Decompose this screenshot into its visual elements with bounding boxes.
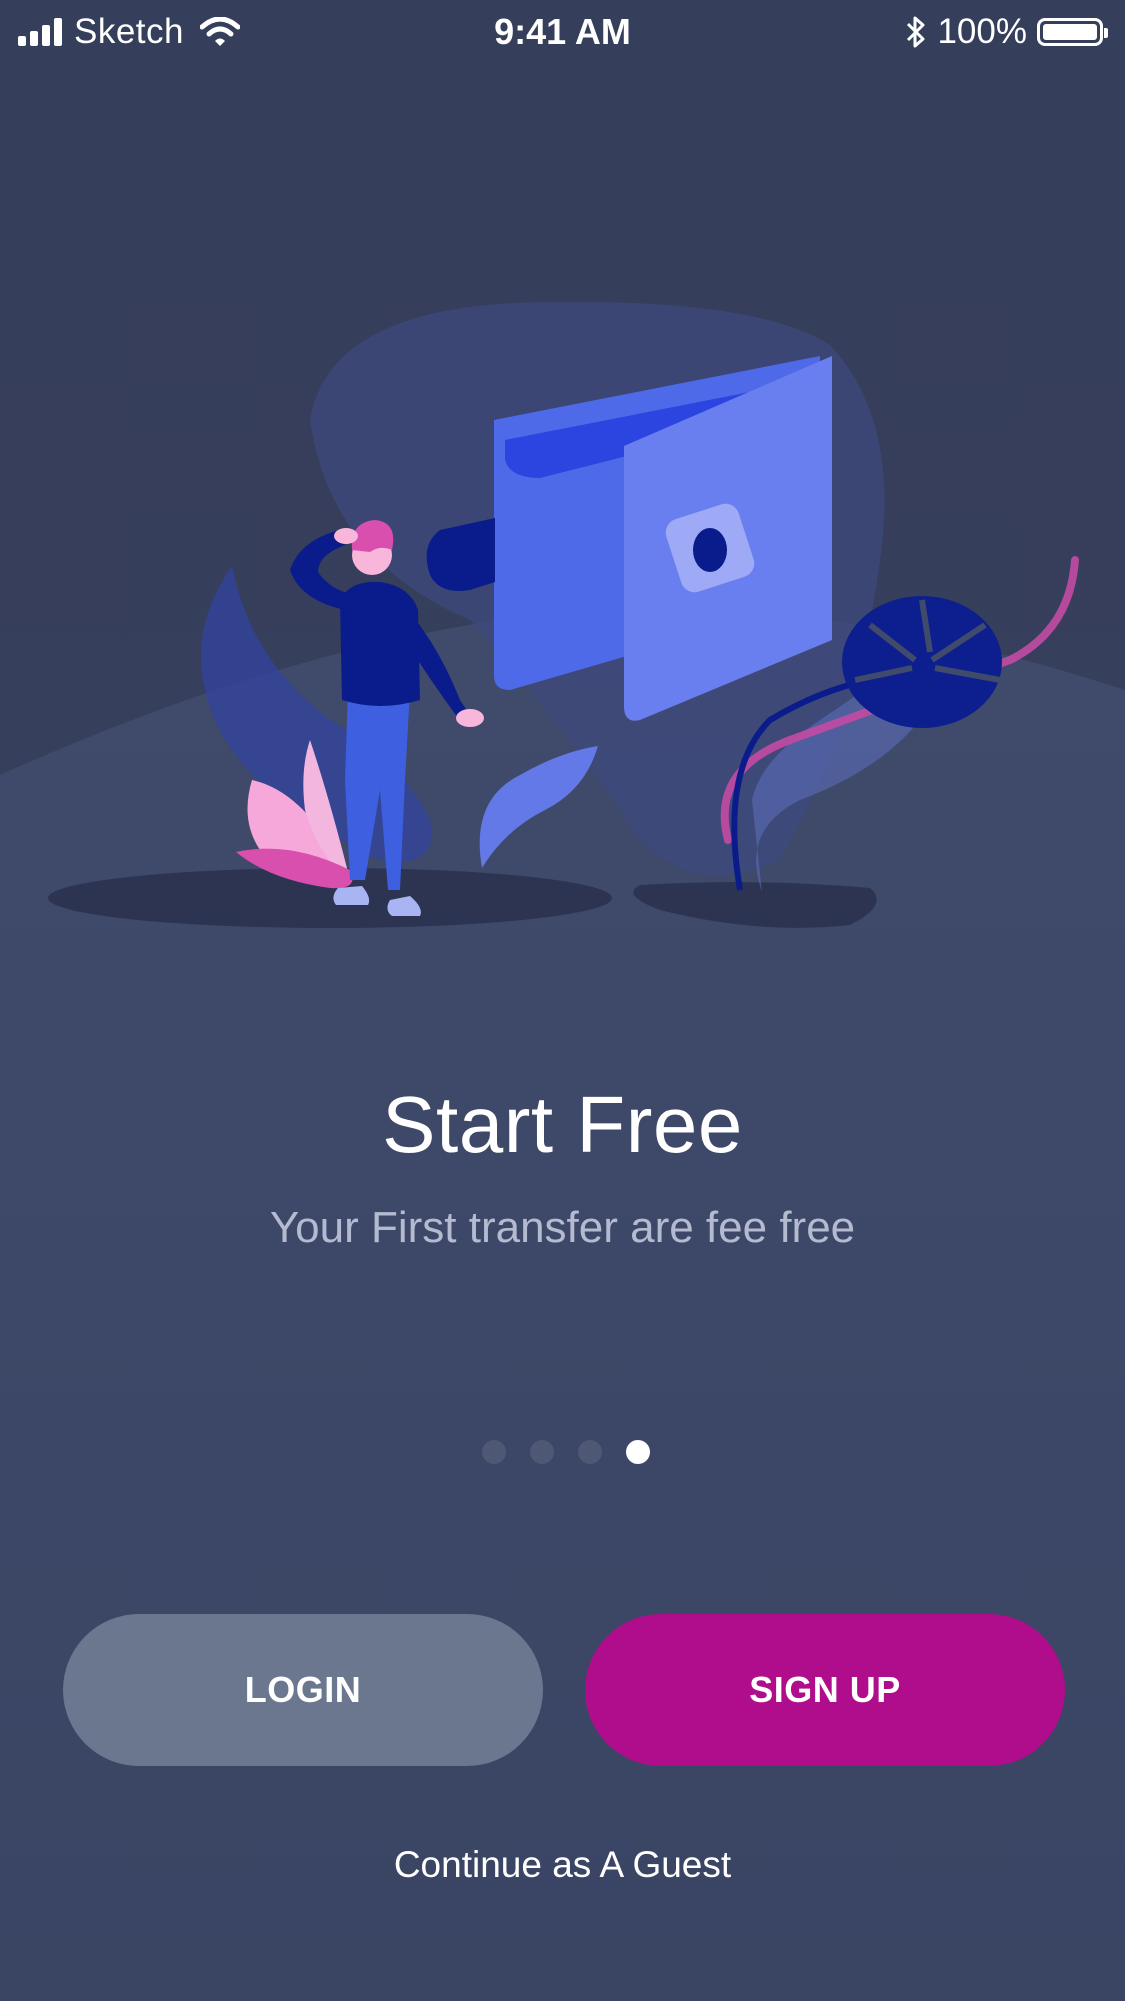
continue-as-guest-link[interactable]: Continue as A Guest [0,1842,1125,1888]
wallet-clasp-hole [693,528,727,572]
bluetooth-icon [907,16,925,48]
onboarding-subtitle: Your First transfer are fee free [269,1203,856,1252]
person-with-wallet-illustration [48,301,1079,928]
page-dot-2[interactable] [529,1440,554,1464]
signup-button[interactable]: SIGN UP [585,1614,1065,1766]
onboarding-title: Start Free [382,1080,743,1169]
status-bar: Sketch 9:41 AM 100% [0,0,1125,66]
page-dot-4-active[interactable] [625,1440,650,1464]
ground-shadow-right [633,882,877,928]
page-dot-3[interactable] [577,1440,602,1464]
onboarding-screen: Sketch 9:41 AM 100% Start Free Your Firs… [0,0,1125,2001]
battery-percentage: 100% [937,12,1027,51]
status-bar-right: 100% [905,10,1108,54]
monstera-leaf [842,596,1002,728]
leaf-light-middle [479,746,598,868]
battery-icon [1037,18,1108,46]
page-indicator [0,1440,1125,1464]
login-button[interactable]: LOGIN [63,1614,543,1766]
page-dot-1[interactable] [481,1440,506,1464]
